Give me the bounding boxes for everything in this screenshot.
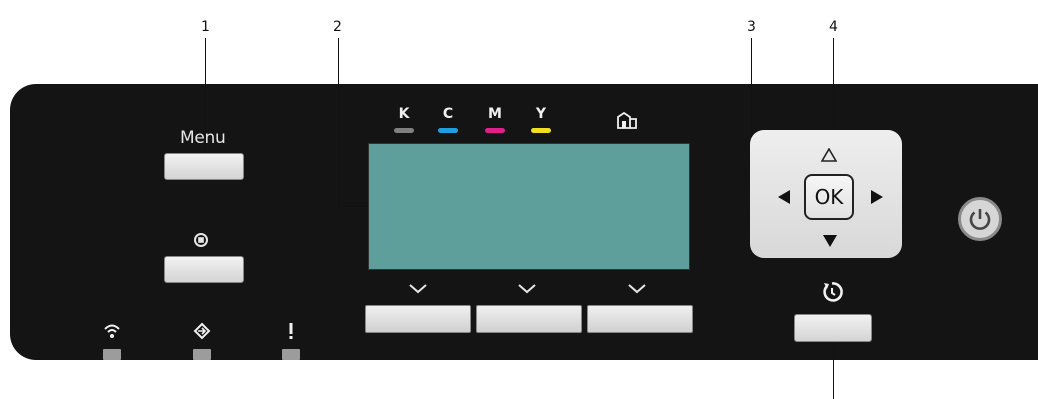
callout-1: 1 xyxy=(201,19,210,35)
callout-3: 3 xyxy=(747,19,756,35)
callout-4: 4 xyxy=(829,19,838,35)
chevron-down-icon xyxy=(409,284,427,294)
chevron-down-icon xyxy=(518,284,536,294)
power-button[interactable] xyxy=(958,197,1002,241)
leader-line-2a xyxy=(338,38,339,206)
stop-icon xyxy=(194,233,208,247)
selection-key-center[interactable] xyxy=(476,305,582,333)
toner-bar-c xyxy=(438,128,458,133)
wifi-indicator-lamp xyxy=(103,349,121,360)
wifi-icon xyxy=(104,324,120,338)
lcd-screen xyxy=(368,143,690,270)
left-arrow-icon xyxy=(778,190,790,204)
selection-key-right[interactable] xyxy=(587,305,693,333)
selection-key-left[interactable] xyxy=(365,305,471,333)
alert-icon xyxy=(289,323,293,339)
toner-label-k: K xyxy=(398,106,410,122)
toner-bar-k xyxy=(394,128,414,133)
toner-label-y: Y xyxy=(535,106,547,122)
ok-button[interactable]: OK xyxy=(804,174,854,220)
stop-button[interactable] xyxy=(164,256,244,283)
home-icon xyxy=(617,111,637,129)
toner-label-c: C xyxy=(442,106,454,122)
right-arrow-icon xyxy=(871,190,883,204)
down-arrow-icon xyxy=(823,235,837,247)
menu-label: Menu xyxy=(180,128,226,148)
toner-label-m: M xyxy=(488,106,502,122)
alert-indicator-lamp xyxy=(282,349,300,360)
data-in-icon xyxy=(193,322,211,340)
control-panel-diagram: 1 2 3 4 Menu K C M Y OK xyxy=(0,0,1038,399)
data-in-indicator-lamp xyxy=(193,349,211,360)
chevron-down-icon xyxy=(628,284,646,294)
reset-button[interactable] xyxy=(794,314,872,342)
up-arrow-icon xyxy=(821,148,837,162)
leader-line-5 xyxy=(833,340,834,399)
reset-icon xyxy=(823,282,843,302)
callout-2: 2 xyxy=(333,19,342,35)
power-icon xyxy=(969,209,991,230)
menu-button[interactable] xyxy=(164,153,244,180)
toner-bar-m xyxy=(485,128,505,133)
toner-bar-y xyxy=(531,128,551,133)
